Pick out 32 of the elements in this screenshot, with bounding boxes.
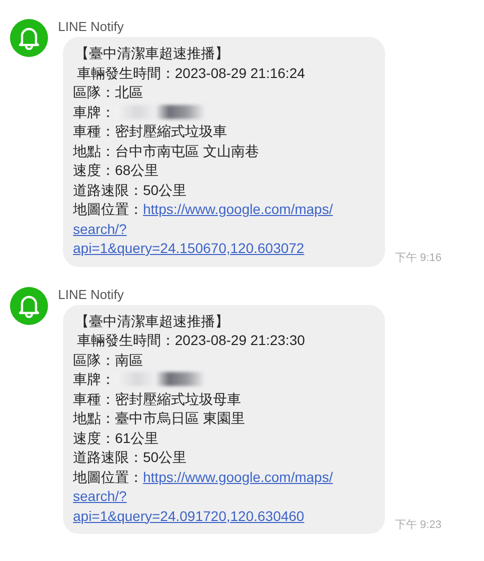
message-line: 車輛發生時間：2023-08-29 21:23:30 bbox=[76, 331, 306, 350]
map-link[interactable]: search/? bbox=[73, 487, 127, 506]
map-link[interactable]: https://www.google.com/maps/ bbox=[143, 201, 333, 217]
message-time: 下午 9:23 bbox=[395, 518, 442, 533]
message-line: 車種：密封壓縮式垃圾母車 bbox=[73, 390, 242, 408]
message-line: 道路速限：50公里 bbox=[73, 180, 188, 200]
map-link[interactable]: api=1&query=24.091720,120.630460 bbox=[73, 506, 304, 526]
message-line: 區隊：南區 bbox=[73, 350, 144, 370]
message-line: 道路速限：50公里 bbox=[73, 448, 188, 467]
message-time: 下午 9:16 bbox=[395, 250, 442, 266]
field-label: 車牌： bbox=[73, 104, 115, 120]
message-line: 車輛發生時間：2023-08-29 21:16:24 bbox=[76, 64, 306, 82]
avatar[interactable] bbox=[10, 19, 48, 57]
map-link[interactable]: api=1&query=24.150670,120.603072 bbox=[73, 239, 304, 258]
map-link[interactable]: search/? bbox=[73, 220, 127, 239]
sender-name: LINE Notify bbox=[58, 19, 125, 34]
sender-name: LINE Notify bbox=[58, 286, 125, 302]
field-label: 地圖位置： bbox=[73, 201, 143, 217]
message-line: 速度：61公里 bbox=[73, 428, 160, 448]
message-line: 地點：臺中市烏日區 東園里 bbox=[73, 409, 246, 428]
message-title: 【臺中清潔車超速推播】 bbox=[75, 44, 230, 63]
message-line: 區隊：北區 bbox=[73, 83, 144, 102]
bell-icon bbox=[18, 26, 40, 50]
message-line: 車種：密封壓縮式垃圾車 bbox=[73, 122, 228, 141]
field-label: 車牌： bbox=[73, 371, 115, 387]
field-label: 地圖位置： bbox=[73, 468, 143, 484]
message-title: 【臺中清潔車超速推播】 bbox=[75, 312, 230, 330]
avatar[interactable] bbox=[10, 286, 48, 324]
message-line: 速度：68公里 bbox=[73, 161, 160, 180]
map-link[interactable]: https://www.google.com/maps/ bbox=[143, 468, 333, 484]
message-line: 地點：台中市南屯區 文山南巷 bbox=[73, 142, 260, 160]
bell-icon bbox=[18, 294, 40, 318]
